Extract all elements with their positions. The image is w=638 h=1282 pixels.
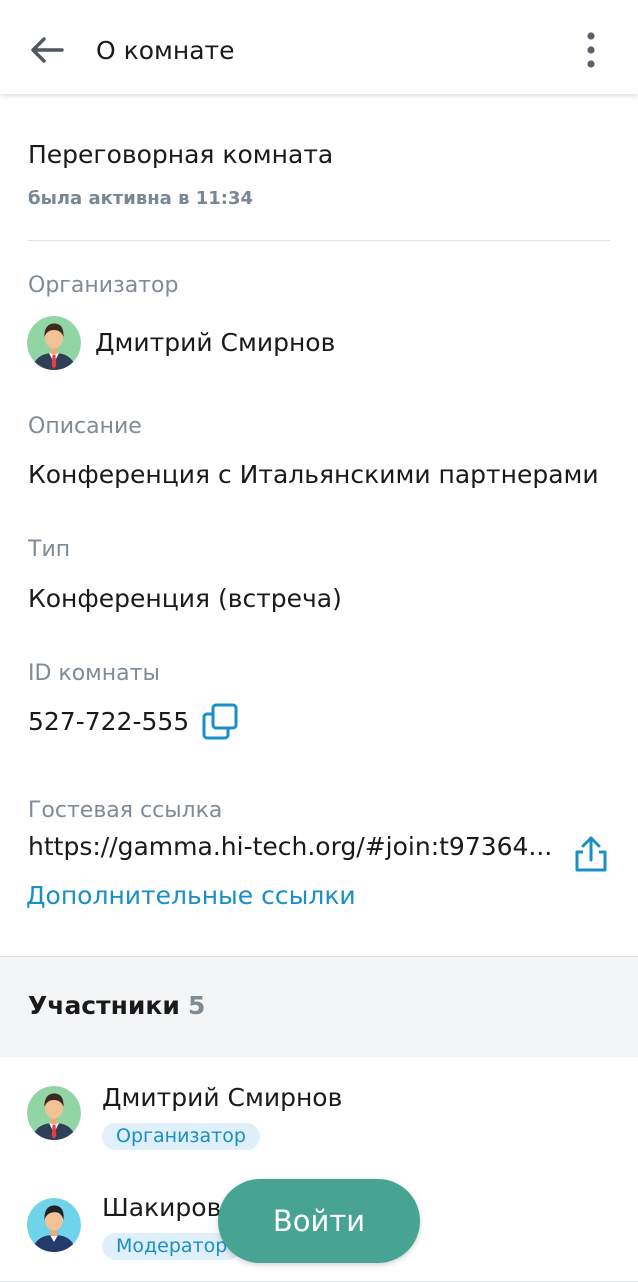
more-menu-button[interactable] [574,26,608,74]
room-activity-status: была активна в 11:34 [28,188,254,209]
organizer-avatar[interactable] [27,316,81,370]
page-title: О комнате [96,36,235,65]
participant-name: Дмитрий Смирнов [102,1083,343,1112]
participant-avatar [27,1198,81,1252]
room-id-label: ID комнаты [28,661,160,686]
avatar-man-icon [27,1086,81,1140]
participants-count: 5 [188,991,206,1020]
description-value: Конференция с Итальянскими партнерами [28,460,599,489]
avatar-man-icon [27,316,81,370]
room-id-value: 527-722-555 [28,707,190,736]
room-name: Переговорная комната [28,140,334,169]
share-link-button[interactable] [572,834,610,874]
app-header: О комнате [0,0,638,94]
organizer-name: Дмитрий Смирнов [95,328,336,357]
participants-title: Участники [28,991,180,1020]
guest-link-label: Гостевая ссылка [28,798,223,823]
arrow-left-icon [31,37,64,63]
join-button[interactable]: Войти [218,1179,420,1263]
additional-links-link[interactable]: Дополнительные ссылки [26,879,356,913]
copy-room-id-button[interactable] [200,702,240,742]
organizer-label: Организатор [28,273,179,298]
share-icon [575,836,607,872]
divider [28,240,610,241]
participant-name: Шакиров [102,1193,222,1222]
participant-avatar [27,1086,81,1140]
type-label: Тип [28,537,71,562]
back-button[interactable] [24,28,72,72]
copy-icon [202,703,238,740]
type-value: Конференция (встреча) [28,584,342,613]
participant-row[interactable]: Дмитрий Смирнов Организатор [0,1057,638,1170]
participants-header: Участники 5 [0,956,638,1058]
description-label: Описание [28,414,142,439]
role-badge: Организатор [102,1123,260,1150]
guest-link-value[interactable]: https://gamma.hi-tech.org/#join:t97364..… [28,830,556,864]
avatar-man-icon [27,1198,81,1252]
more-vertical-icon [587,32,595,68]
